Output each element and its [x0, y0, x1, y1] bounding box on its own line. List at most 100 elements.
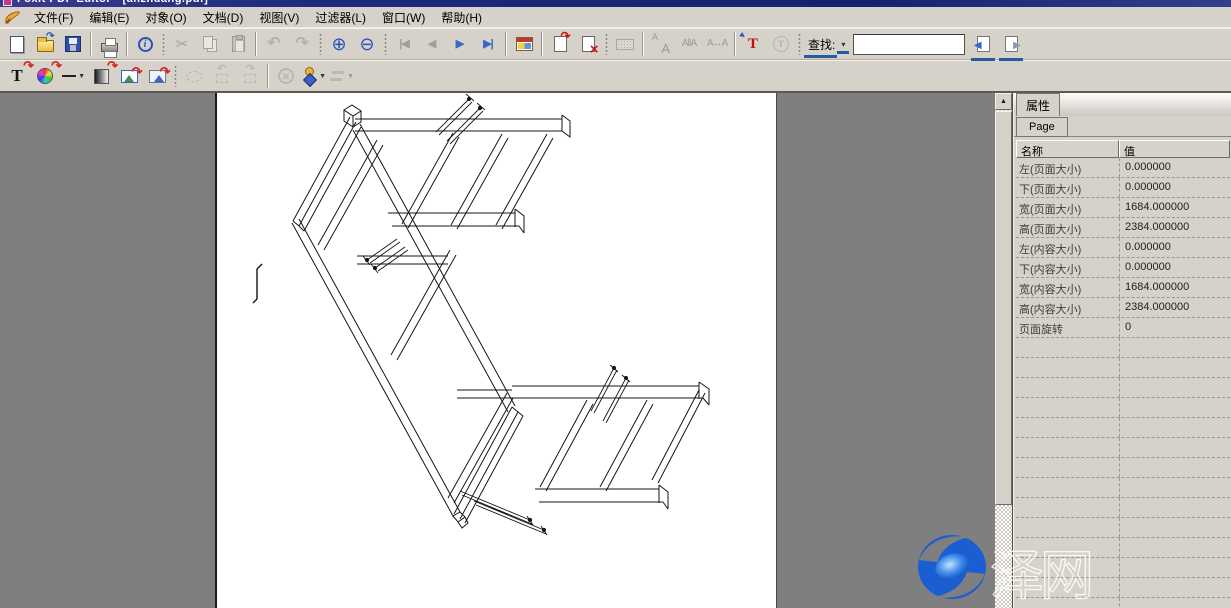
vertical-scrollbar[interactable] [995, 93, 1012, 608]
zoom-in-button[interactable] [326, 31, 352, 57]
replace-font-button[interactable] [648, 31, 674, 57]
scrollbar-thumb[interactable] [995, 111, 1012, 505]
app-window-icon [3, 0, 12, 6]
property-row-7[interactable]: 高(内容大小)2384.000000 [1016, 298, 1230, 318]
align-objects-icon [330, 65, 346, 87]
line-style-dropdown-arrow[interactable] [78, 73, 85, 80]
edit-text-button[interactable] [4, 63, 30, 89]
find-prev-button[interactable] [970, 31, 996, 57]
align-objects-dropdown-arrow[interactable] [347, 73, 354, 80]
copy-icon [203, 36, 213, 49]
property-name: 左(内容大小) [1016, 238, 1119, 257]
toolbar-drag-handle [604, 33, 609, 55]
property-name: 下(内容大小) [1016, 258, 1119, 277]
rotate-text-button[interactable] [768, 31, 794, 57]
zoom-out-icon [356, 33, 378, 55]
assembly-drawing [217, 93, 779, 608]
virtual-keyboard-button[interactable] [612, 31, 638, 57]
property-row-0[interactable]: 左(页面大小)0.000000 [1016, 158, 1230, 178]
rotate-left-button[interactable] [209, 63, 235, 89]
edit-color-icon [34, 65, 56, 87]
property-name: 宽(页面大小) [1016, 198, 1119, 217]
column-header-value[interactable]: 值 [1119, 140, 1230, 158]
new-document-button[interactable] [4, 31, 30, 57]
prev-page-button[interactable] [419, 31, 445, 57]
property-name: 页面旋转 [1016, 318, 1119, 337]
property-row-empty [1016, 378, 1230, 398]
property-row-5[interactable]: 下(内容大小)0.000000 [1016, 258, 1230, 278]
properties-panel: 属性 Page 名称 值 左(页面大小)0.000000下(页面大小)0.000… [1012, 93, 1231, 608]
property-row-8[interactable]: 页面旋转0 [1016, 318, 1230, 338]
paste-button[interactable] [225, 31, 251, 57]
first-page-icon [393, 33, 415, 55]
expand-text-button[interactable] [704, 31, 730, 57]
edit-color-button[interactable] [32, 63, 58, 89]
redo-button[interactable] [289, 31, 315, 57]
find-prev-icon [977, 36, 990, 52]
delete-object-button[interactable] [273, 63, 299, 89]
next-page-button[interactable] [447, 31, 473, 57]
document-info-button[interactable] [132, 31, 158, 57]
page-properties-icon [516, 37, 533, 51]
menu-item-6[interactable]: 窗口(W) [374, 7, 433, 28]
edit-text-icon [6, 65, 28, 87]
insert-text-button[interactable] [740, 31, 766, 57]
menu-item-4[interactable]: 视图(V) [251, 7, 307, 28]
property-row-1[interactable]: 下(页面大小)0.000000 [1016, 178, 1230, 198]
property-row-empty [1016, 538, 1230, 558]
save-file-button[interactable] [60, 31, 86, 57]
first-page-button[interactable] [391, 31, 417, 57]
toolbar-drag-handle [383, 33, 388, 55]
find-group: 查找: [804, 29, 1025, 59]
menu-item-0[interactable]: 文件(F) [26, 7, 81, 28]
last-page-button[interactable] [475, 31, 501, 57]
edit-shading-button[interactable] [88, 63, 114, 89]
find-next-icon [1005, 36, 1018, 52]
insert-page-button[interactable] [547, 31, 573, 57]
line-style-button[interactable] [60, 63, 86, 89]
menu-item-3[interactable]: 文档(D) [195, 7, 252, 28]
menu-item-1[interactable]: 编辑(E) [81, 7, 137, 28]
insert-text-icon [742, 33, 764, 55]
delete-page-button[interactable] [575, 31, 601, 57]
toolbar-separator [267, 64, 269, 88]
condense-text-button[interactable] [676, 31, 702, 57]
zoom-out-button[interactable] [354, 31, 380, 57]
align-objects-button[interactable] [329, 63, 355, 89]
property-value: 0.000000 [1119, 258, 1230, 277]
select-area-icon [183, 65, 205, 87]
open-file-button[interactable] [32, 31, 58, 57]
insert-image-button[interactable] [144, 63, 170, 89]
menu-item-5[interactable]: 过滤器(L) [307, 7, 374, 28]
toolbar-main: 查找: [0, 28, 1231, 60]
toolbar-drag-handle [161, 33, 166, 55]
toolbar-drag-handle [318, 33, 323, 55]
cut-button[interactable] [169, 31, 195, 57]
tab-page[interactable]: Page [1016, 117, 1068, 137]
undo-button[interactable] [261, 31, 287, 57]
panel-title: 属性 [1016, 93, 1060, 116]
menu-item-2[interactable]: 对象(O) [137, 7, 194, 28]
column-header-name[interactable]: 名称 [1016, 140, 1119, 158]
print-button[interactable] [96, 31, 122, 57]
page-properties-button[interactable] [511, 31, 537, 57]
insert-shape-dropdown-arrow[interactable] [319, 73, 326, 80]
insert-shape-button[interactable] [301, 63, 327, 89]
scroll-up-button[interactable] [995, 93, 1012, 110]
property-row-4[interactable]: 左(内容大小)0.000000 [1016, 238, 1230, 258]
copy-button[interactable] [197, 31, 223, 57]
property-name: 左(页面大小) [1016, 158, 1119, 177]
pdf-page [215, 93, 777, 608]
menu-item-7[interactable]: 帮助(H) [433, 7, 490, 28]
property-row-3[interactable]: 高(页面大小)2384.000000 [1016, 218, 1230, 238]
select-area-button[interactable] [181, 63, 207, 89]
find-input[interactable] [853, 34, 965, 55]
text-cursor [253, 264, 262, 303]
property-row-2[interactable]: 宽(页面大小)1684.000000 [1016, 198, 1230, 218]
toolbar-drag-handle [797, 33, 802, 55]
property-row-6[interactable]: 宽(内容大小)1684.000000 [1016, 278, 1230, 298]
rotate-right-button[interactable] [237, 63, 263, 89]
find-next-button[interactable] [998, 31, 1024, 57]
find-history-dropdown-arrow[interactable] [837, 40, 849, 49]
edit-image-button[interactable] [116, 63, 142, 89]
